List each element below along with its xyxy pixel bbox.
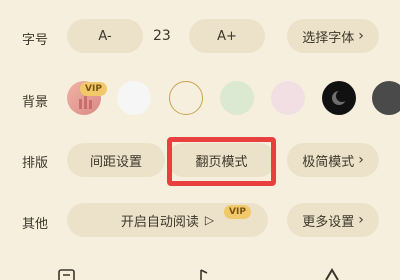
vip-badge: VIP (80, 82, 107, 96)
more-settings-button[interactable]: 更多设置 › (287, 203, 379, 237)
background-swatch-dark-gray[interactable] (372, 81, 400, 115)
minimal-mode-label: 极简模式 (302, 154, 355, 170)
audio-icon[interactable] (195, 268, 211, 280)
highlight-box (167, 137, 276, 186)
chevron-right-icon: › (358, 152, 364, 168)
decrease-font-button[interactable]: A- (67, 19, 143, 53)
font-size-value: 23 (153, 28, 171, 44)
background-label: 背景 (22, 95, 49, 110)
decrease-font-label: A- (98, 28, 112, 44)
increase-font-label: A+ (217, 28, 237, 44)
background-swatch-cream-selected[interactable] (169, 81, 203, 115)
layout-label: 排版 (22, 156, 49, 171)
choose-font-label: 选择字体 (302, 30, 355, 46)
spacing-settings-button[interactable]: 间距设置 (67, 143, 165, 177)
settings-icon[interactable] (321, 268, 343, 280)
other-label: 其他 (22, 217, 49, 232)
spacing-settings-label: 间距设置 (89, 154, 142, 170)
background-swatch-white[interactable] (117, 81, 151, 115)
background-swatch-pink[interactable] (271, 81, 305, 115)
background-swatch-green[interactable] (220, 81, 254, 115)
chevron-right-icon: › (358, 28, 364, 44)
chevron-right-icon: › (358, 212, 364, 228)
auto-read-vip-badge: VIP (224, 205, 251, 219)
background-swatch-black[interactable] (322, 81, 356, 115)
more-settings-label: 更多设置 (302, 214, 355, 230)
moon-icon (332, 90, 348, 105)
auto-read-label: 开启自动阅读 (120, 214, 199, 230)
increase-font-button[interactable]: A+ (189, 19, 265, 53)
play-icon: ▷ (204, 213, 215, 227)
minimal-mode-button[interactable]: 极简模式 › (287, 143, 379, 177)
catalog-icon[interactable] (57, 268, 77, 280)
font-size-label: 字号 (22, 33, 49, 48)
choose-font-button[interactable]: 选择字体 › (287, 19, 379, 53)
